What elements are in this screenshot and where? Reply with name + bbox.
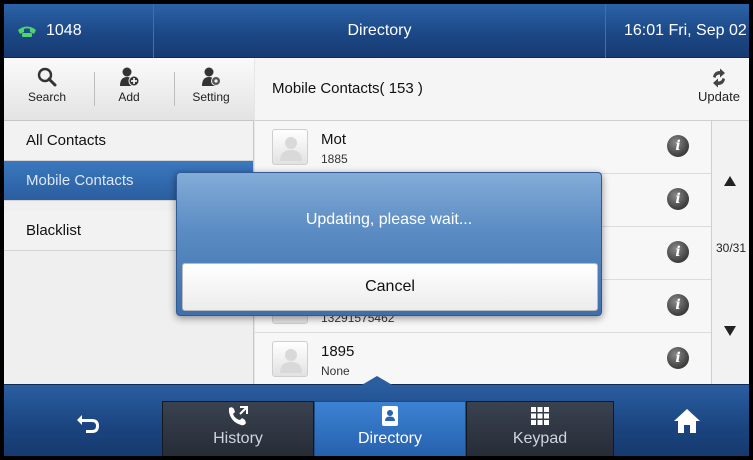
directory-book-icon (382, 406, 398, 426)
line-key[interactable]: 1048 (4, 4, 154, 58)
history-label: History (213, 430, 263, 447)
contact-row[interactable]: 1895 None i (255, 333, 711, 386)
search-icon (37, 67, 57, 87)
line-number: 1048 (46, 22, 82, 39)
search-label: Search (27, 90, 67, 104)
group-item-all-contacts[interactable]: All Contacts (4, 121, 253, 161)
toolbar: Search Add Setting (4, 58, 254, 121)
contact-settings-icon (202, 67, 221, 86)
list-header: Mobile Contacts( 153 ) Update (255, 58, 749, 121)
scroll-down-arrow-icon[interactable] (724, 326, 736, 336)
add-button[interactable]: Add (94, 64, 164, 116)
scrollbar[interactable]: 30/31 (711, 121, 749, 384)
phone-handset-icon (18, 26, 36, 37)
call-history-icon (229, 406, 248, 426)
cancel-button[interactable]: Cancel (182, 263, 598, 311)
group-label: Mobile Contacts (26, 172, 134, 189)
tab-history[interactable]: History (162, 401, 314, 456)
setting-label: Setting (192, 90, 230, 104)
keypad-label: Keypad (512, 430, 568, 447)
list-title: Mobile Contacts( 153 ) (272, 80, 423, 97)
search-button[interactable]: Search (12, 64, 82, 116)
contact-number: 1885 (321, 152, 348, 166)
info-icon[interactable]: i (667, 135, 689, 157)
info-icon[interactable]: i (667, 294, 689, 316)
page-indicator: 30/31 (715, 241, 747, 255)
home-button[interactable] (652, 385, 722, 456)
person-icon (280, 137, 302, 161)
home-icon (674, 409, 700, 433)
update-button[interactable]: Update (689, 66, 749, 116)
contact-number: None (321, 364, 350, 378)
contact-name: Mot (321, 131, 347, 148)
group-label: All Contacts (26, 132, 107, 149)
date-time: 16:01 Fri, Sep 02 (624, 22, 747, 39)
dialog-message: Updating, please wait... (305, 211, 473, 228)
person-icon (280, 349, 302, 373)
refresh-icon (713, 68, 725, 88)
back-button[interactable] (54, 385, 124, 456)
info-icon[interactable]: i (667, 188, 689, 210)
info-icon[interactable]: i (667, 347, 689, 369)
bottom-bar: History Directory Keypad (4, 376, 749, 456)
keypad-icon (531, 407, 549, 425)
page-title: Directory (154, 4, 606, 58)
tab-directory[interactable]: Directory (314, 401, 466, 456)
status-bar: 1048 Directory 16:01 Fri, Sep 02 (4, 4, 749, 58)
tab-keypad[interactable]: Keypad (466, 401, 614, 456)
back-icon (77, 415, 99, 433)
scroll-up-arrow-icon[interactable] (724, 176, 736, 186)
directory-label: Directory (357, 430, 422, 447)
add-label: Add (118, 90, 140, 104)
phone-screen: 1048 Directory 16:01 Fri, Sep 02 Search (4, 4, 749, 456)
update-label: Update (698, 89, 740, 104)
setting-button[interactable]: Setting (176, 64, 246, 116)
updating-dialog: Updating, please wait... Cancel (176, 172, 602, 316)
active-tab-notch (360, 376, 394, 386)
toolbar-divider (174, 72, 175, 106)
contact-name: 1895 (321, 343, 355, 360)
contact-row[interactable]: Mot 1885 i (255, 121, 711, 174)
info-icon[interactable]: i (667, 241, 689, 263)
phone-frame: 1048 Directory 16:01 Fri, Sep 02 Search (0, 0, 753, 460)
add-contact-icon (120, 67, 140, 87)
group-label: Blacklist (26, 222, 82, 239)
avatar (272, 129, 308, 165)
avatar (272, 341, 308, 377)
